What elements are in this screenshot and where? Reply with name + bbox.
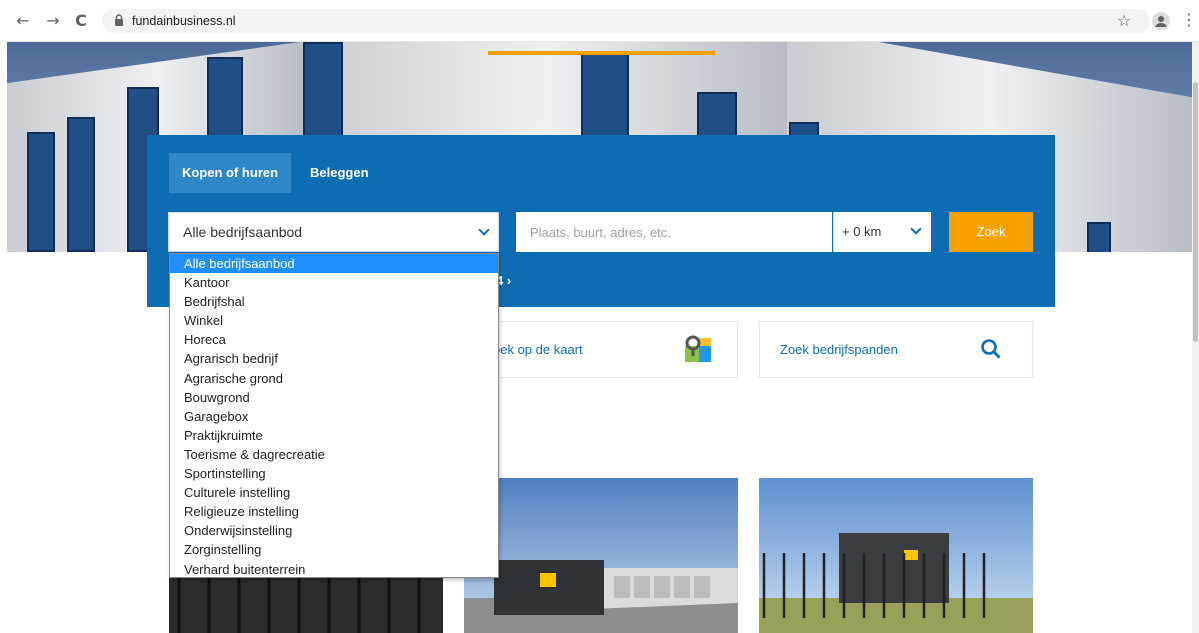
dropdown-option[interactable]: Praktijkruimte <box>170 426 498 445</box>
back-icon[interactable]: ← <box>14 12 32 30</box>
place-search-input[interactable] <box>516 212 832 252</box>
search-icon <box>981 339 1001 359</box>
dropdown-option[interactable]: Alle bedrijfsaanbod <box>170 254 498 274</box>
reload-icon[interactable]: C <box>72 12 90 30</box>
bookmark-star-icon[interactable]: ☆ <box>1117 11 1131 30</box>
forward-icon[interactable]: → <box>44 12 62 30</box>
tab-kopen-of-huren[interactable]: Kopen of huren <box>169 153 292 193</box>
dropdown-option[interactable]: Sportinstelling <box>170 464 498 483</box>
dropdown-option[interactable]: Zorginstelling <box>170 540 498 559</box>
browser-menu-icon[interactable]: ⋮ <box>1181 10 1197 29</box>
listing-photo-2[interactable] <box>464 478 738 633</box>
dropdown-option[interactable]: Bouwgrond <box>170 388 498 407</box>
chevron-down-icon <box>478 224 490 236</box>
hero-accent-line <box>488 51 715 55</box>
tab-beleggen[interactable]: Beleggen <box>297 153 382 193</box>
property-type-dropdown: Alle bedrijfsaanbod Kantoor Bedrijfshal … <box>169 253 499 578</box>
dropdown-option[interactable]: Horeca <box>170 330 498 349</box>
scrollbar-thumb[interactable] <box>1193 82 1198 342</box>
radius-select[interactable]: + 0 km <box>833 212 931 252</box>
property-type-value: Alle bedrijfsaanbod <box>183 224 303 240</box>
dropdown-option[interactable]: Religieuze instelling <box>170 502 498 521</box>
search-properties-card[interactable]: Zoek bedrijfspanden <box>759 321 1033 378</box>
map-search-card[interactable]: oek op de kaart <box>464 321 738 378</box>
browser-toolbar: ← → C fundainbusiness.nl ☆ ⋮ <box>0 0 1199 42</box>
dropdown-option[interactable]: Onderwijsinstelling <box>170 521 498 540</box>
map-icon <box>685 335 711 362</box>
profile-avatar-icon[interactable] <box>1152 12 1170 30</box>
dropdown-option[interactable]: Bedrijfshal <box>170 292 498 311</box>
lock-icon <box>115 14 123 26</box>
dropdown-option[interactable]: Kantoor <box>170 273 498 292</box>
property-type-select[interactable]: Alle bedrijfsaanbod <box>168 212 499 252</box>
address-bar[interactable]: fundainbusiness.nl <box>102 9 1150 33</box>
dropdown-option[interactable]: Garagebox <box>170 407 498 426</box>
listing-photo-3[interactable] <box>759 478 1033 633</box>
page-scrollbar[interactable] <box>1192 42 1199 633</box>
dropdown-option[interactable]: Agrarische grond <box>170 369 498 388</box>
search-properties-label: Zoek bedrijfspanden <box>780 342 898 357</box>
map-search-label: oek op de kaart <box>493 342 583 357</box>
dropdown-option[interactable]: Culturele instelling <box>170 483 498 502</box>
dropdown-option[interactable]: Verhard buitenterrein <box>170 560 498 579</box>
radius-value: + 0 km <box>842 224 882 239</box>
dropdown-option[interactable]: Winkel <box>170 311 498 330</box>
url-text: fundainbusiness.nl <box>132 14 236 28</box>
chevron-down-icon <box>910 223 922 235</box>
dropdown-option[interactable]: Toerisme & dagrecreatie <box>170 445 498 464</box>
dropdown-option[interactable]: Agrarisch bedrijf <box>170 349 498 368</box>
search-button[interactable]: Zoek <box>949 212 1033 252</box>
